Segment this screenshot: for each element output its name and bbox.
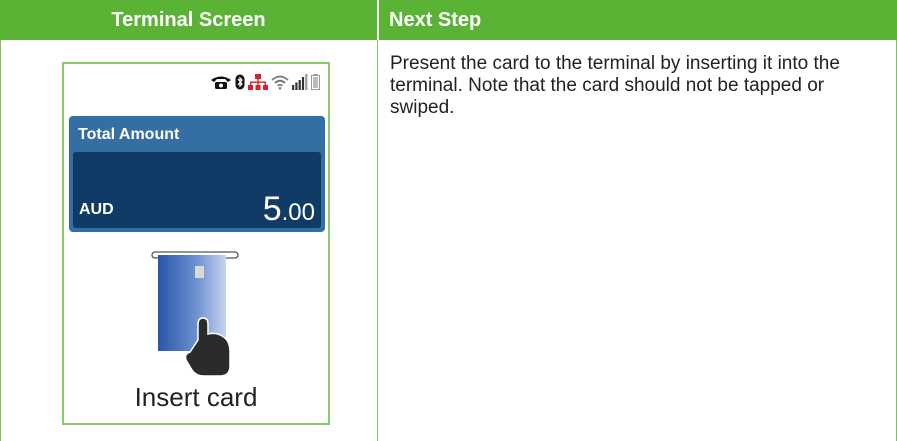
phone-icon [210, 74, 232, 95]
currency-code: AUD [79, 201, 114, 218]
header-next-step: Next Step [379, 0, 897, 40]
network-icon [248, 73, 268, 95]
instruction-table: Terminal Screen Next Step Present the ca… [0, 0, 897, 441]
amount-major: 5 [262, 190, 282, 228]
wifi-icon [271, 74, 289, 95]
table-border-middle [377, 40, 378, 441]
bluetooth-icon [235, 74, 245, 95]
amount-minor: .00 [281, 199, 315, 226]
signal-icon [292, 73, 308, 95]
insert-card-instruction: Insert card [134, 382, 258, 412]
header-terminal-screen: Terminal Screen [0, 0, 377, 40]
insert-card-icon [150, 248, 240, 378]
terminal-screen: Total Amount AUD 5.00 Insert card [62, 62, 330, 425]
next-step-description: Present the card to the terminal by inse… [390, 53, 840, 118]
total-amount-label: Total Amount [78, 126, 180, 143]
table-border-left [0, 40, 1, 441]
status-bar [210, 73, 320, 95]
battery-icon [311, 73, 320, 95]
amount-value: 5.00 [263, 192, 315, 226]
amount-panel: Total Amount AUD 5.00 [69, 116, 325, 232]
amount-display: AUD 5.00 [73, 152, 321, 228]
